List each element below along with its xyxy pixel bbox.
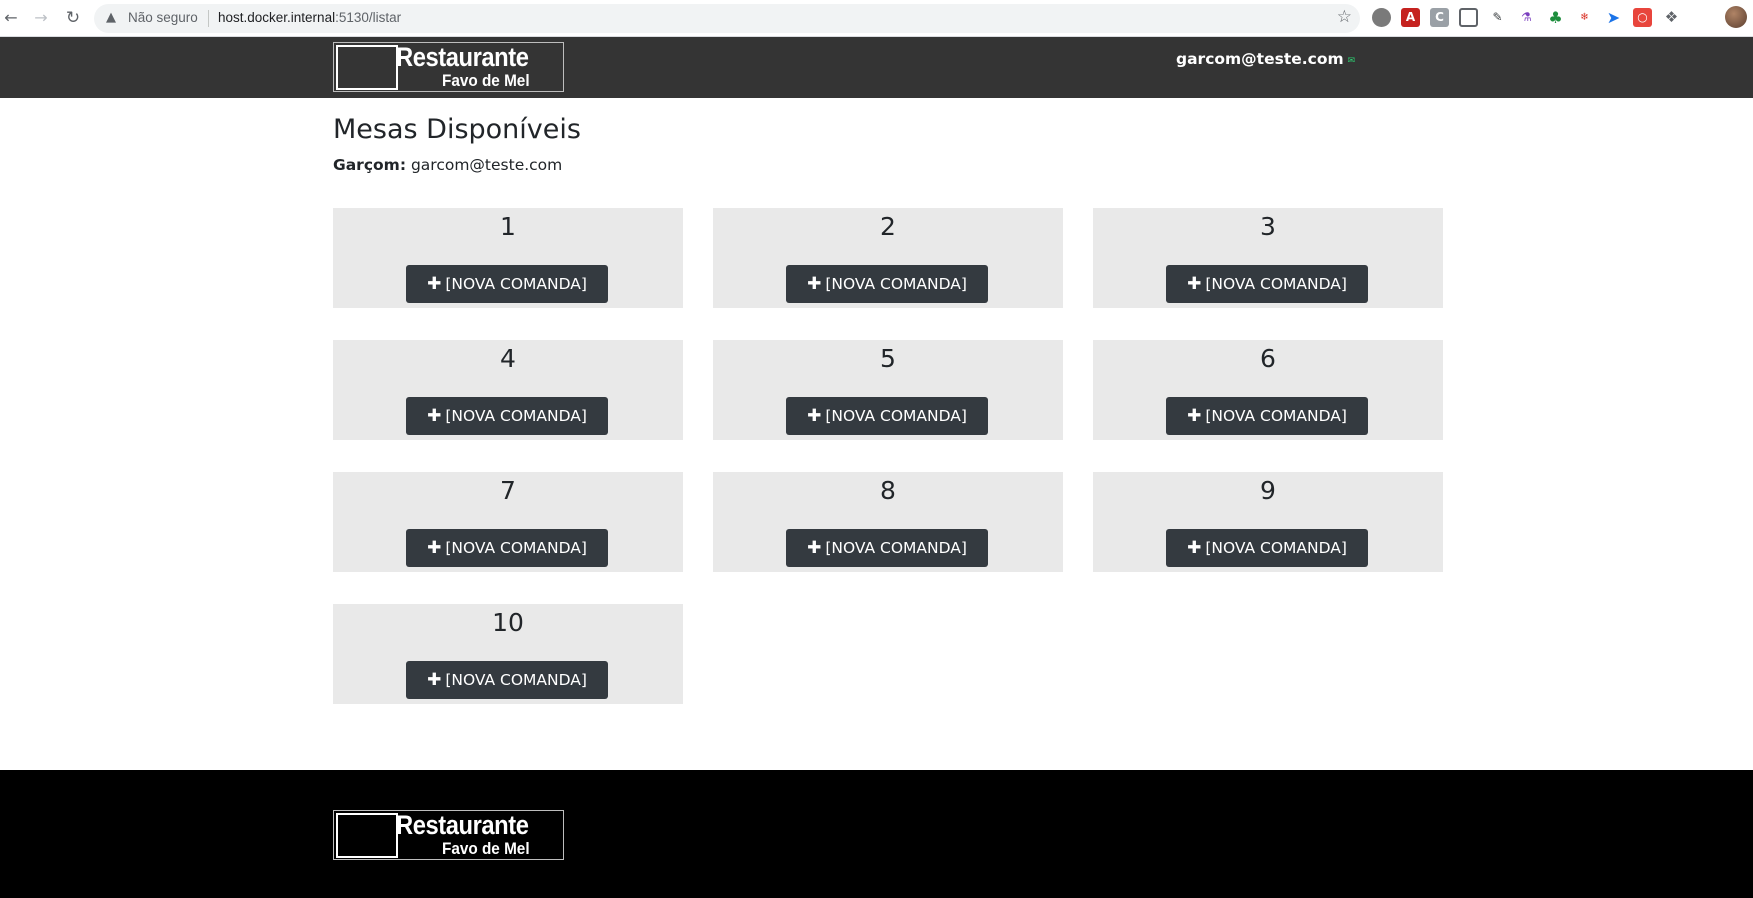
- footer-logo[interactable]: Restaurante Favo de Mel: [333, 810, 564, 860]
- tree-extension-icon[interactable]: ♣: [1546, 8, 1565, 27]
- waiter-email: garcom@teste.com: [410, 156, 563, 174]
- logo-subtitle: Favo de Mel: [442, 839, 530, 858]
- flask-extension-icon[interactable]: ⚗: [1517, 8, 1536, 27]
- table-card: 2 ✚ [NOVA COMANDA]: [713, 208, 1063, 308]
- url-text[interactable]: host.docker.internal:5130/listar: [218, 10, 401, 25]
- table-card: 9 ✚ [NOVA COMANDA]: [1093, 472, 1443, 572]
- new-order-label: [NOVA COMANDA]: [445, 275, 587, 293]
- plus-icon: ✚: [807, 406, 822, 426]
- extensions-bar: A C ✎ ⚗ ♣ ❄ ➤ ○ ❖: [1372, 8, 1681, 28]
- forward-arrow-icon[interactable]: →: [30, 7, 52, 29]
- new-order-label: [NOVA COMANDA]: [825, 407, 967, 425]
- table-number: 3: [1260, 212, 1276, 241]
- table-card: 8 ✚ [NOVA COMANDA]: [713, 472, 1063, 572]
- camera-extension-icon[interactable]: ○: [1633, 8, 1652, 27]
- omnibox-divider: [208, 10, 209, 27]
- security-label[interactable]: Não seguro: [128, 10, 198, 25]
- new-order-button[interactable]: ✚ [NOVA COMANDA]: [1166, 397, 1368, 435]
- warning-icon[interactable]: ▲: [106, 10, 116, 25]
- new-order-label: [NOVA COMANDA]: [825, 539, 967, 557]
- url-host: host.docker.internal: [218, 10, 336, 25]
- pdf-extension-icon[interactable]: A: [1401, 8, 1420, 27]
- table-number: 7: [500, 476, 516, 505]
- url-path: :5130/listar: [335, 10, 402, 25]
- new-order-label: [NOVA COMANDA]: [1205, 275, 1347, 293]
- new-order-label: [NOVA COMANDA]: [1205, 539, 1347, 557]
- table-card: 6 ✚ [NOVA COMANDA]: [1093, 340, 1443, 440]
- new-order-button[interactable]: ✚ [NOVA COMANDA]: [406, 661, 608, 699]
- back-arrow-icon[interactable]: ←: [0, 7, 22, 29]
- brand-logo[interactable]: Restaurante Favo de Mel: [333, 42, 564, 92]
- page-title: Mesas Disponíveis: [333, 114, 581, 145]
- pen-extension-icon[interactable]: ✎: [1488, 8, 1507, 27]
- table-number: 2: [880, 212, 896, 241]
- new-order-button[interactable]: ✚ [NOVA COMANDA]: [406, 397, 608, 435]
- new-order-label: [NOVA COMANDA]: [445, 539, 587, 557]
- table-number: 5: [880, 344, 896, 373]
- reload-icon[interactable]: ↻: [62, 7, 84, 29]
- table-card: 4 ✚ [NOVA COMANDA]: [333, 340, 683, 440]
- new-order-label: [NOVA COMANDA]: [445, 671, 587, 689]
- new-order-button[interactable]: ✚ [NOVA COMANDA]: [786, 397, 988, 435]
- profile-avatar-icon[interactable]: [1725, 6, 1747, 28]
- plus-icon: ✚: [1187, 406, 1202, 426]
- plus-icon: ✚: [1187, 274, 1202, 294]
- plus-icon: ✚: [1187, 538, 1202, 558]
- table-card: 1 ✚ [NOVA COMANDA]: [333, 208, 683, 308]
- table-number: 8: [880, 476, 896, 505]
- new-order-label: [NOVA COMANDA]: [825, 275, 967, 293]
- tables-grid: 1 ✚ [NOVA COMANDA] 2 ✚ [NOVA COMANDA] 3 ✚[…: [333, 208, 1443, 704]
- bookmark-star-icon[interactable]: ☆: [1337, 7, 1352, 27]
- extension-1-icon[interactable]: [1372, 8, 1391, 27]
- waiter-info: Garçom: garcom@teste.com: [333, 156, 562, 174]
- site-footer: Restaurante Favo de Mel: [0, 770, 1753, 898]
- site-navbar: Restaurante Favo de Mel garcom@teste.com…: [0, 37, 1753, 98]
- table-number: 6: [1260, 344, 1276, 373]
- new-order-button[interactable]: ✚ [NOVA COMANDA]: [786, 529, 988, 567]
- plus-icon: ✚: [427, 538, 442, 558]
- plus-icon: ✚: [427, 406, 442, 426]
- user-menu[interactable]: garcom@teste.com ✉: [1176, 50, 1355, 68]
- logo-image-placeholder: [336, 45, 398, 90]
- puzzle-extension-icon[interactable]: ❖: [1662, 8, 1681, 27]
- new-order-button[interactable]: ✚ [NOVA COMANDA]: [406, 265, 608, 303]
- new-order-button[interactable]: ✚ [NOVA COMANDA]: [406, 529, 608, 567]
- table-card: 10 ✚ [NOVA COMANDA]: [333, 604, 683, 704]
- new-order-button[interactable]: ✚ [NOVA COMANDA]: [786, 265, 988, 303]
- logo-title: Restaurante: [396, 810, 529, 840]
- plus-icon: ✚: [427, 274, 442, 294]
- table-number: 10: [492, 608, 524, 637]
- waiter-label: Garçom:: [333, 156, 407, 174]
- logo-title: Restaurante: [396, 42, 529, 72]
- c-extension-icon[interactable]: C: [1430, 8, 1449, 27]
- table-card: 5 ✚ [NOVA COMANDA]: [713, 340, 1063, 440]
- browser-toolbar: ← → ↻ ▲ Não seguro host.docker.internal:…: [0, 0, 1753, 37]
- table-number: 9: [1260, 476, 1276, 505]
- table-number: 4: [500, 344, 516, 373]
- plus-icon: ✚: [807, 538, 822, 558]
- plus-icon: ✚: [807, 274, 822, 294]
- table-card: 7 ✚ [NOVA COMANDA]: [333, 472, 683, 572]
- grid-extension-icon[interactable]: [1459, 8, 1478, 27]
- plus-icon: ✚: [427, 670, 442, 690]
- table-card: 3 ✚ [NOVA COMANDA]: [1093, 208, 1443, 308]
- new-order-button[interactable]: ✚ [NOVA COMANDA]: [1166, 529, 1368, 567]
- logo-image-placeholder: [336, 813, 398, 858]
- react-extension-icon[interactable]: ❄: [1575, 8, 1594, 27]
- new-order-button[interactable]: ✚ [NOVA COMANDA]: [1166, 265, 1368, 303]
- logo-subtitle: Favo de Mel: [442, 71, 530, 90]
- new-order-label: [NOVA COMANDA]: [1205, 407, 1347, 425]
- mail-icon: ✉: [1347, 56, 1356, 66]
- user-email: garcom@teste.com: [1176, 50, 1344, 68]
- arrow-extension-icon[interactable]: ➤: [1604, 8, 1623, 27]
- table-number: 1: [500, 212, 516, 241]
- new-order-label: [NOVA COMANDA]: [445, 407, 587, 425]
- address-bar[interactable]: ▲ Não seguro host.docker.internal:5130/l…: [94, 4, 1360, 33]
